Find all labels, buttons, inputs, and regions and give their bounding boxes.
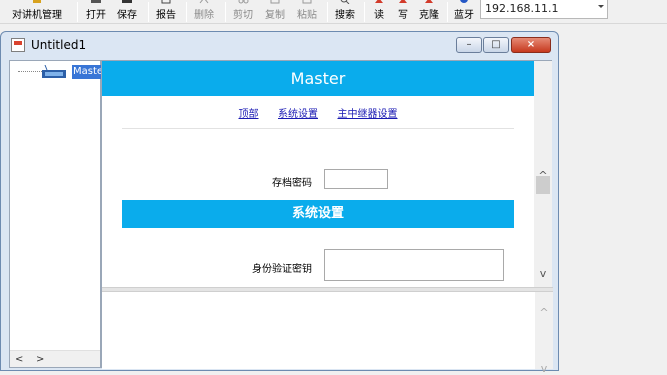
intercom-manage-button[interactable]: 对讲机管理	[2, 0, 72, 24]
write-icon	[399, 0, 407, 3]
write-button[interactable]: 写	[393, 0, 413, 24]
save-disk-icon	[122, 0, 132, 3]
archive-password-label: 存档密码	[272, 178, 312, 189]
search-button[interactable]: 搜索	[332, 0, 358, 24]
toolbar-separator	[148, 2, 149, 22]
ip-address-value: 192.168.11.1	[485, 2, 559, 15]
toolbar-separator	[77, 2, 78, 22]
scroll-thumb[interactable]	[536, 176, 550, 194]
clone-label: 克隆	[419, 10, 439, 21]
cut-label: 剪切	[233, 10, 253, 21]
open-label: 打开	[86, 10, 106, 21]
toolbar-separator	[327, 2, 328, 22]
page-header: Master	[102, 61, 534, 96]
intercom-manage-label: 对讲机管理	[12, 10, 62, 21]
nav-link-repeater-settings[interactable]: 主中继器设置	[338, 109, 398, 120]
open-folder-icon	[91, 0, 101, 3]
close-button[interactable]: ×	[511, 37, 551, 53]
page-nav: 顶部 系统设置 主中继器设置	[102, 105, 534, 120]
cut-icon	[238, 0, 249, 4]
document-icon	[11, 38, 25, 52]
bluetooth-label: 蓝牙	[454, 10, 474, 21]
page-vertical-scrollbar[interactable]: ^ v	[534, 61, 552, 287]
copy-button[interactable]: 复制	[262, 0, 288, 24]
paste-label: 粘贴	[297, 10, 317, 21]
save-label: 保存	[117, 10, 137, 21]
read-icon	[375, 0, 383, 3]
auth-key-field[interactable]	[324, 249, 504, 281]
delete-button[interactable]: 删除	[191, 0, 217, 24]
save-button[interactable]: 保存	[114, 0, 140, 24]
report-icon	[161, 0, 171, 4]
toolbar-separator	[225, 2, 226, 22]
read-button[interactable]: 读	[369, 0, 389, 24]
auth-key-label: 身份验证密钥	[252, 264, 312, 275]
scroll-up-icon[interactable]: ^	[539, 306, 549, 319]
search-label: 搜索	[335, 10, 355, 21]
copy-label: 复制	[265, 10, 285, 21]
ip-address-select[interactable]: 192.168.11.1	[480, 0, 608, 19]
intercom-icon	[33, 0, 41, 3]
report-label: 报告	[156, 10, 176, 21]
bluetooth-button[interactable]: 蓝牙	[452, 0, 476, 24]
document-window: Untitled1 – □ × Master < > Master 顶部 系统设…	[0, 31, 559, 375]
chevron-down-icon	[598, 5, 604, 8]
paste-icon	[302, 0, 312, 4]
read-label: 读	[374, 10, 384, 21]
bluetooth-icon	[460, 0, 468, 3]
radio-device-icon	[42, 65, 66, 78]
copy-icon	[270, 0, 280, 4]
toolbar-separator	[186, 2, 187, 22]
scroll-down-icon[interactable]: v	[538, 267, 548, 280]
delete-label: 删除	[194, 10, 214, 21]
toolbar: 对讲机管理 打开 保存 报告 删除 剪切 复制 粘贴 搜索 读 写 克隆 蓝牙 …	[0, 0, 667, 24]
scroll-down-icon[interactable]: v	[539, 362, 549, 375]
log-output-pane: ^ v	[102, 292, 553, 375]
open-button[interactable]: 打开	[83, 0, 109, 24]
toolbar-separator	[447, 2, 448, 22]
archive-password-field[interactable]	[324, 169, 388, 189]
report-button[interactable]: 报告	[153, 0, 179, 24]
maximize-button[interactable]: □	[483, 37, 509, 53]
minimize-icon: –	[466, 39, 472, 50]
minimize-button[interactable]: –	[456, 37, 482, 53]
nav-link-system-settings[interactable]: 系统设置	[278, 109, 318, 120]
close-icon: ×	[526, 39, 536, 50]
divider	[122, 128, 514, 129]
settings-page: Master 顶部 系统设置 主中继器设置 存档密码 系统设置 身份验证密钥	[102, 61, 534, 287]
device-tree: Master < >	[9, 60, 101, 368]
tree-node-master[interactable]: Master	[72, 65, 101, 79]
toolbar-separator	[364, 2, 365, 22]
settings-pane: Master 顶部 系统设置 主中继器设置 存档密码 系统设置 身份验证密钥 ^…	[101, 60, 553, 375]
cut-button[interactable]: 剪切	[230, 0, 256, 24]
clone-icon	[425, 0, 433, 3]
write-label: 写	[398, 10, 408, 21]
tree-horizontal-scrollbar[interactable]: < >	[10, 350, 100, 367]
maximize-icon: □	[491, 39, 501, 50]
system-settings-header: 系统设置	[122, 200, 514, 228]
nav-link-top[interactable]: 顶部	[239, 109, 259, 120]
clone-button[interactable]: 克隆	[416, 0, 442, 24]
search-icon	[340, 0, 350, 4]
paste-button[interactable]: 粘贴	[294, 0, 320, 24]
window-titlebar[interactable]: Untitled1 – □ ×	[1, 32, 558, 59]
window-title: Untitled1	[31, 38, 87, 52]
delete-icon	[199, 0, 209, 4]
log-vertical-scrollbar[interactable]: ^ v	[535, 292, 553, 375]
